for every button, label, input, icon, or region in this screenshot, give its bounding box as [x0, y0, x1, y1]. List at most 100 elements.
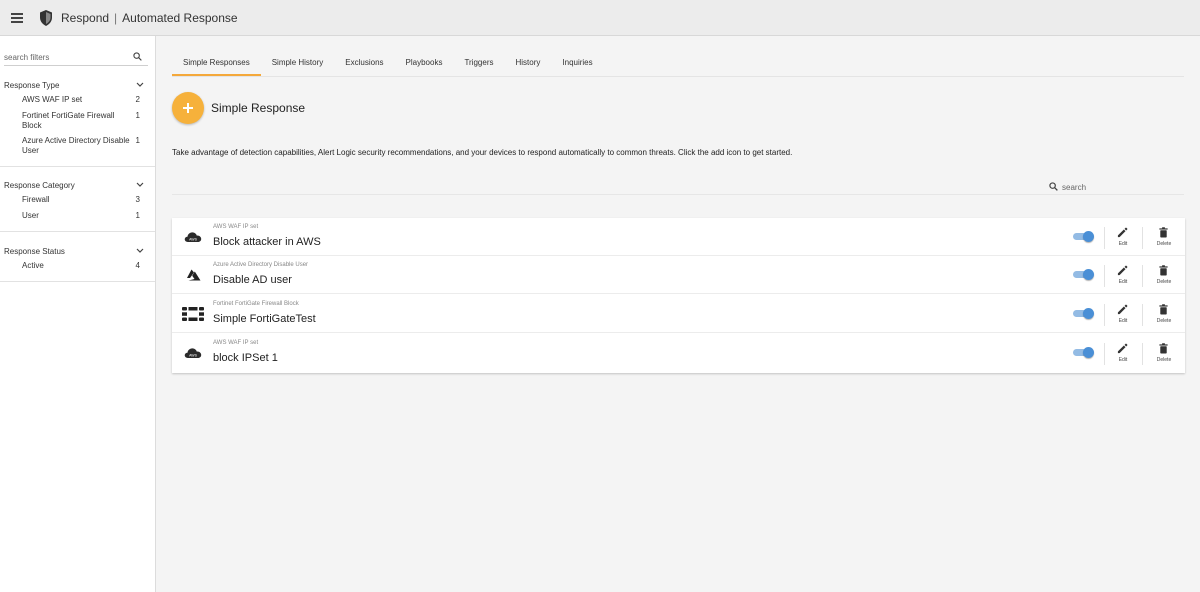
response-row[interactable]: AWS AWS WAF IP set block IPSet 1 Edit De… [172, 334, 1185, 372]
facet-title[interactable]: Response Status [4, 247, 65, 256]
divider [1142, 227, 1143, 249]
facet-item[interactable]: AWS WAF IP set 2 [22, 95, 147, 105]
response-row[interactable]: AWS AWS WAF IP set Block attacker in AWS… [172, 218, 1185, 256]
edit-button[interactable]: Edit [1108, 343, 1138, 365]
filter-sidebar: Response Type AWS WAF IP set 2 Fortinet F… [0, 36, 156, 592]
tabs-divider [172, 76, 1184, 77]
facet-item-label: Fortinet FortiGate Firewall Block [22, 111, 115, 130]
facet-item-count: 2 [135, 95, 140, 104]
page-name: Automated Response [122, 10, 238, 25]
page-description: Take advantage of detection capabilities… [172, 148, 793, 157]
enabled-toggle[interactable] [1073, 231, 1094, 242]
enabled-toggle[interactable] [1073, 308, 1094, 319]
facet-item-count: 1 [135, 111, 140, 120]
tab-exclusions[interactable]: Exclusions [334, 54, 394, 76]
plus-icon [183, 103, 193, 113]
section-title: Simple Response [211, 101, 306, 115]
edit-button[interactable]: Edit [1108, 304, 1138, 326]
divider [1142, 265, 1143, 287]
chevron-down-icon[interactable] [136, 82, 144, 88]
response-row[interactable]: Azure Active Directory Disable User Disa… [172, 256, 1185, 294]
facet-item-label: AWS WAF IP set [22, 95, 83, 104]
facet-item-label: Azure Active Directory Disable User [22, 136, 130, 155]
divider [1104, 343, 1105, 365]
pencil-icon [1117, 343, 1128, 354]
tab-playbooks[interactable]: Playbooks [395, 54, 454, 76]
delete-label: Delete [1156, 279, 1172, 285]
main-content: Simple Responses Simple History Exclusio… [156, 36, 1200, 592]
edit-button[interactable]: Edit [1108, 227, 1138, 249]
product-name[interactable]: Respond [61, 11, 109, 25]
response-type: AWS WAF IP set [213, 224, 259, 230]
tab-simple-responses[interactable]: Simple Responses [172, 54, 261, 76]
facet-response-status: Response Status Active 4 [0, 247, 155, 282]
delete-button[interactable]: Delete [1149, 304, 1179, 326]
pencil-icon [1117, 227, 1128, 238]
facet-item-label: Firewall [22, 195, 50, 204]
edit-label: Edit [1118, 279, 1128, 285]
tab-simple-history[interactable]: Simple History [261, 54, 335, 76]
facet-title[interactable]: Response Type [4, 81, 59, 90]
divider [1142, 343, 1143, 365]
filter-search [4, 50, 148, 66]
facet-item[interactable]: User 1 [22, 211, 147, 221]
response-name[interactable]: block IPSet 1 [213, 352, 278, 364]
divider [1104, 265, 1105, 287]
trash-icon [1159, 343, 1168, 354]
edit-button[interactable]: Edit [1108, 265, 1138, 287]
edit-label: Edit [1118, 357, 1128, 363]
search-icon[interactable] [133, 52, 142, 61]
response-search-input[interactable] [1062, 181, 1180, 193]
tab-inquiries[interactable]: Inquiries [551, 54, 603, 76]
facet-item[interactable]: Active 4 [22, 261, 147, 271]
delete-label: Delete [1156, 357, 1172, 363]
facet-response-category: Response Category Firewall 3 User 1 [0, 181, 155, 232]
facet-item-count: 1 [135, 211, 140, 220]
response-name[interactable]: Simple FortiGateTest [213, 313, 316, 325]
app-bar: Respond | Automated Response [0, 0, 1200, 36]
chevron-down-icon[interactable] [136, 248, 144, 254]
pencil-icon [1117, 304, 1128, 315]
responses-list: AWS AWS WAF IP set Block attacker in AWS… [172, 218, 1185, 373]
response-search [1048, 181, 1184, 195]
fortinet-icon [182, 307, 204, 321]
enabled-toggle[interactable] [1073, 269, 1094, 280]
facet-item-label: User [22, 211, 39, 220]
delete-button[interactable]: Delete [1149, 343, 1179, 365]
delete-button[interactable]: Delete [1149, 265, 1179, 287]
add-response-button[interactable] [172, 92, 204, 124]
facet-item-count: 4 [135, 261, 140, 270]
app-title: Respond | Automated Response [61, 11, 238, 25]
facet-item-label: Active [22, 261, 44, 270]
trash-icon [1159, 304, 1168, 315]
svg-text:AWS: AWS [189, 353, 198, 357]
tab-triggers[interactable]: Triggers [453, 54, 504, 76]
response-type: Fortinet FortiGate Firewall Block [213, 301, 299, 307]
shield-icon [40, 9, 52, 26]
title-separator: | [114, 10, 118, 25]
divider [1104, 304, 1105, 326]
trash-icon [1159, 227, 1168, 238]
response-name[interactable]: Disable AD user [213, 274, 292, 286]
delete-button[interactable]: Delete [1149, 227, 1179, 249]
azure-icon [182, 268, 204, 282]
hamburger-menu-icon[interactable] [11, 11, 29, 25]
response-row[interactable]: Fortinet FortiGate Firewall Block Simple… [172, 295, 1185, 333]
chevron-down-icon[interactable] [136, 182, 144, 188]
divider [1142, 304, 1143, 326]
response-name[interactable]: Block attacker in AWS [213, 236, 321, 248]
facet-response-type: Response Type AWS WAF IP set 2 Fortinet F… [0, 81, 155, 167]
filter-search-input[interactable] [4, 53, 128, 62]
delete-label: Delete [1156, 241, 1172, 247]
facet-item-count: 1 [135, 136, 140, 145]
facet-title[interactable]: Response Category [4, 181, 75, 190]
facet-item[interactable]: Fortinet FortiGate Firewall Block 1 [22, 111, 147, 131]
svg-text:AWS: AWS [189, 237, 198, 241]
response-type: AWS WAF IP set [213, 340, 259, 346]
aws-cloud-icon: AWS [182, 230, 204, 244]
enabled-toggle[interactable] [1073, 347, 1094, 358]
tab-history[interactable]: History [505, 54, 552, 76]
facet-item[interactable]: Firewall 3 [22, 195, 147, 205]
facet-item[interactable]: Azure Active Directory Disable User 1 [22, 136, 147, 156]
response-type: Azure Active Directory Disable User [213, 262, 309, 268]
